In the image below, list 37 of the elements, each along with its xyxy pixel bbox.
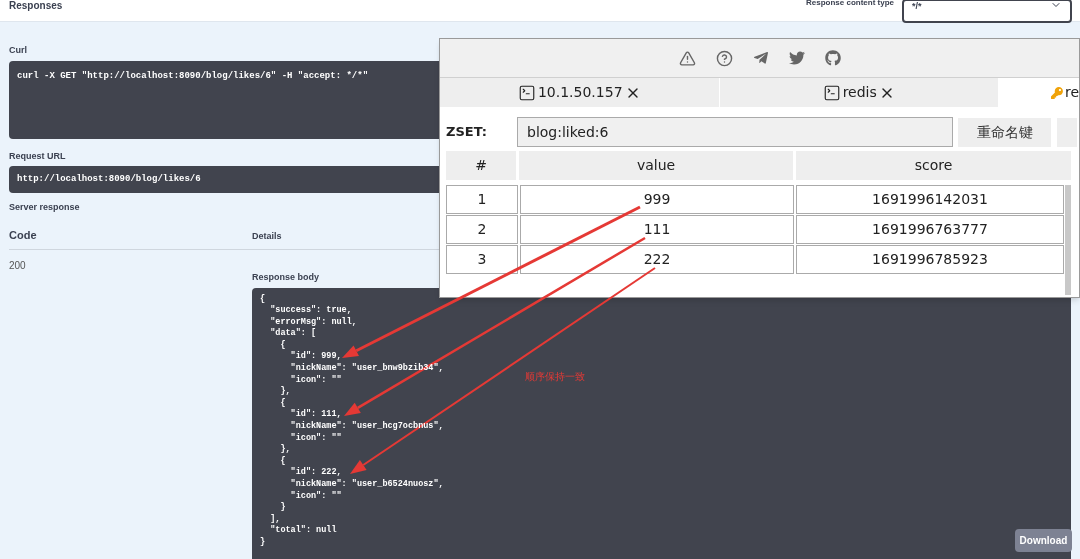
content-type-label: Response content type [806,0,894,7]
table-cell: 1 [446,185,518,214]
table-cell: 1691996785923 [796,245,1064,274]
field-label: Response body [252,271,320,284]
table-cell: 2 [446,215,518,244]
table-cell: 1691996763777 [796,215,1064,244]
table-cell: 3 [446,245,518,274]
key-name-field[interactable]: blog:liked:6 [517,117,953,147]
scrollbar[interactable] [1065,185,1071,295]
cat-icon[interactable] [824,50,841,66]
status-code: 200 [9,259,27,273]
table-cell: 1691996142031 [796,185,1064,214]
help-icon[interactable] [715,49,733,67]
rename-key-button[interactable]: 重命名键 [958,117,1051,147]
download-button[interactable]: Download [1015,529,1072,552]
field-label: Server response [9,201,81,214]
terminal-icon [517,83,536,102]
tab[interactable]: re [999,78,1079,107]
column-header: # [446,151,516,180]
bird-icon[interactable] [788,50,805,66]
content-type-select[interactable]: */* [902,0,1072,23]
key-icon [1051,85,1063,100]
table-cell: 999 [520,185,794,214]
paper-plane-icon[interactable] [752,50,769,66]
column-header: value [519,151,793,180]
annotation-note: 顺序保持一致 [525,370,585,384]
warning-icon[interactable] [678,49,696,67]
section-title: Responses [9,0,63,11]
key-type-label: ZSET: [446,123,489,142]
field-label: Request URL [9,149,67,163]
table-cell: 111 [520,215,794,244]
column-header: score [796,151,1071,180]
column-header: Code [9,227,38,243]
table-cell: 222 [520,245,794,274]
terminal-icon [822,83,841,102]
column-header: Details [252,229,282,243]
field-label: Curl [9,44,28,57]
